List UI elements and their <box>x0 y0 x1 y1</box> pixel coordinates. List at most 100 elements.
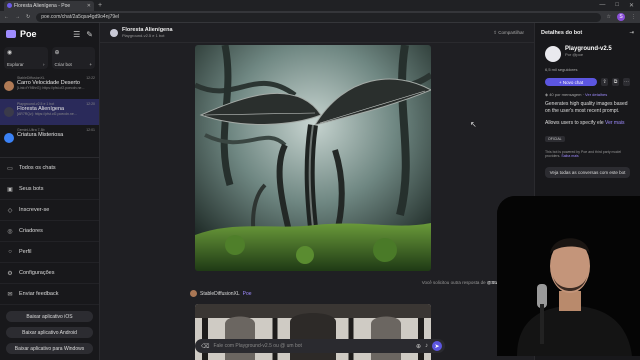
reload-icon[interactable]: ↻ <box>26 14 30 20</box>
see-more-link[interactable]: Ver mais <box>605 120 624 126</box>
chevron-right-icon: › <box>43 62 45 67</box>
chat-bubbles-icon: ▭ <box>7 165 13 172</box>
settings-icon: ⚙ <box>7 270 13 277</box>
conversation-item[interactable]: StableDiffusionXL 12:22 Carro Velocidade D… <box>0 73 99 99</box>
sidebar-item-feedback[interactable]: ✉ Enviar feedback <box>0 284 99 305</box>
chat-subtitle[interactable]: Playground-v2.5 e 1 bot <box>122 33 173 38</box>
address-bar: ← → ↻ poe.com/chat/2a5qsa4gd9o4nj79el ☆ … <box>0 11 640 23</box>
sidebar-item-label: Configurações <box>19 270 55 276</box>
followers-count: 6,5 mil seguidores <box>545 67 578 72</box>
message-cost: ◈ 40 por mensagem · Ver detalhes <box>545 92 608 97</box>
copy-bot-icon[interactable]: ⧉ <box>612 78 620 86</box>
bot-author: Por @poe <box>565 52 584 57</box>
sidebar: Poe ☰ ✎ ◉ Explorar › ⊕ Criar bot + StableD… <box>0 23 100 360</box>
conversation-time: 12:22 <box>86 76 95 80</box>
reply-bot-name[interactable]: StableDiffusionXL <box>200 291 240 297</box>
sidebar-item-chat-bubbles[interactable]: ▭ Todos os chats <box>0 158 99 179</box>
sidebar-item-subscribe[interactable]: ◇ Inscrever-se <box>0 200 99 221</box>
conversation-snippet: [Link=fY98hrG]: https://pfst.cf2.poecdn.… <box>17 86 85 90</box>
bot-description-more: Allows users to specify ele Ver mais <box>545 120 625 126</box>
url-text: poe.com/chat/2a5qsa4gd9o4nj79el <box>41 14 120 20</box>
sidebar-item-label: Enviar feedback <box>19 291 59 297</box>
forward-icon[interactable]: → <box>15 14 20 20</box>
plus-icon: + <box>89 62 92 67</box>
microphone-icon[interactable]: ♪ <box>425 343 428 349</box>
create-bot-icon: ⊕ <box>54 50 60 56</box>
message-input[interactable] <box>213 343 412 349</box>
new-tab-icon[interactable]: + <box>98 2 102 9</box>
poe-favicon-icon <box>7 3 12 8</box>
clear-context-icon[interactable]: ⌫ <box>201 343 209 350</box>
reply-bot-label: StableDiffusionXL Poe <box>190 290 252 297</box>
close-panel-icon[interactable]: ⇥ <box>629 30 634 36</box>
see-all-conversations-button[interactable]: Veja todas as conversas com este bot <box>545 166 630 178</box>
create-bot-label: Criar bot <box>54 62 72 67</box>
conversation-item[interactable]: Playground-v2.5 e 1 bot 12:20 Floresta Ali… <box>0 99 99 125</box>
sidebar-item-profile[interactable]: ○ Perfil <box>0 242 99 263</box>
send-button[interactable]: ➤ <box>432 341 442 351</box>
mouse-cursor-icon: ↖ <box>470 120 477 129</box>
download-app-button[interactable]: Baixar aplicativo para Windows <box>6 343 93 354</box>
browser-tab[interactable]: Floresta Alienígena - Poe ✕ <box>4 0 94 11</box>
conversation-item[interactable]: Gemini-Ultra 7-8b 12:01 Criatura Misterios… <box>0 125 99 151</box>
playground-avatar <box>545 46 561 62</box>
browser-menu-icon[interactable]: ⋮ <box>631 14 636 20</box>
view-details-link[interactable]: Ver detalhes <box>585 92 607 97</box>
new-chat-button[interactable]: + Novo chat <box>545 78 598 86</box>
feedback-icon: ✉ <box>7 291 13 298</box>
sidebar-actions: ◉ Explorar › ⊕ Criar bot + <box>0 45 99 71</box>
profile-avatar[interactable]: S <box>617 13 625 21</box>
explore-button[interactable]: ◉ Explorar › <box>4 47 48 69</box>
learn-more-link[interactable]: Saiba mais <box>561 154 578 158</box>
download-app-button[interactable]: Baixar aplicativo iOS <box>6 311 93 322</box>
chat-area: Floresta Alienígena Playground-v2.5 e 1 … <box>100 23 534 360</box>
sidebar-header: Poe ☰ ✎ <box>0 23 99 45</box>
profile-icon: ○ <box>8 249 12 255</box>
close-window-icon[interactable]: ✕ <box>629 2 634 9</box>
conversation-time: 12:01 <box>86 128 95 132</box>
maximize-icon[interactable]: □ <box>615 2 619 9</box>
create-bot-button[interactable]: ⊕ Criar bot + <box>51 47 95 69</box>
sidebar-item-bots[interactable]: ▣ Seus bots <box>0 179 99 200</box>
bot-avatar <box>110 28 118 37</box>
sidebar-item-creators[interactable]: ◎ Criadores <box>0 221 99 242</box>
poe-logo-icon <box>6 30 16 38</box>
creators-icon: ◎ <box>7 228 13 235</box>
browser-tabbar: Floresta Alienígena - Poe ✕ + — □ ✕ <box>0 0 640 11</box>
chat-header: Floresta Alienígena Playground-v2.5 e 1 … <box>100 23 534 43</box>
bot-description: Generates high quality images based on t… <box>545 101 628 114</box>
new-chat-icon[interactable]: ✎ <box>86 30 93 39</box>
message-composer: ⌫ ⊕ ♪ ➤ <box>195 339 445 353</box>
download-buttons: Baixar aplicativo iOS Baixar aplicativo A… <box>6 311 93 354</box>
sidebar-menu: ▭ Todos os chats ▣ Seus bots ◇ Inscrever-se ◎ C… <box>0 157 99 305</box>
share-bot-icon[interactable]: ⇪ <box>601 78 609 86</box>
sidebar-item-label: Seus bots <box>19 186 44 192</box>
sidebar-item-label: Todos os chats <box>19 165 56 171</box>
attach-icon[interactable]: ⊕ <box>416 343 421 350</box>
bot-powered-note: This bot is powered by Poe and third par… <box>545 149 622 159</box>
more-options-icon[interactable]: ⋯ <box>623 78 630 86</box>
generated-image-alien-forest[interactable] <box>195 45 431 271</box>
share-button[interactable]: ⇪ Compartilhar <box>493 30 524 36</box>
bots-icon: ▣ <box>7 186 13 193</box>
bot-author-link[interactable]: @poe <box>572 52 583 57</box>
conversation-list: StableDiffusionXL 12:22 Carro Velocidade D… <box>0 73 99 151</box>
poe-logo[interactable]: Poe <box>20 29 37 39</box>
back-icon[interactable]: ← <box>4 14 9 20</box>
stablediffusion-avatar <box>190 290 197 297</box>
minimize-icon[interactable]: — <box>599 2 605 9</box>
menu-icon[interactable]: ☰ <box>73 30 80 39</box>
url-field[interactable]: poe.com/chat/2a5qsa4gd9o4nj79el <box>36 12 601 22</box>
regenerate-note: Você solicitou outra resposta de @Stable… <box>300 280 530 285</box>
conversation-bot-icon <box>4 107 14 117</box>
bookmark-star-icon[interactable]: ☆ <box>607 14 611 20</box>
close-tab-icon[interactable]: ✕ <box>87 3 91 9</box>
tab-title: Floresta Alienígena - Poe <box>14 2 71 9</box>
bot-details-title: Detalhes do bot <box>541 30 583 36</box>
sidebar-item-settings[interactable]: ⚙ Configurações <box>0 263 99 284</box>
sidebar-item-label: Perfil <box>19 249 32 255</box>
conversation-title: Criatura Misteriosa <box>17 132 64 138</box>
window-controls: — □ ✕ <box>599 2 640 9</box>
conversation-bot-icon <box>4 133 14 143</box>
download-app-button[interactable]: Baixar aplicativo Android <box>6 327 93 338</box>
